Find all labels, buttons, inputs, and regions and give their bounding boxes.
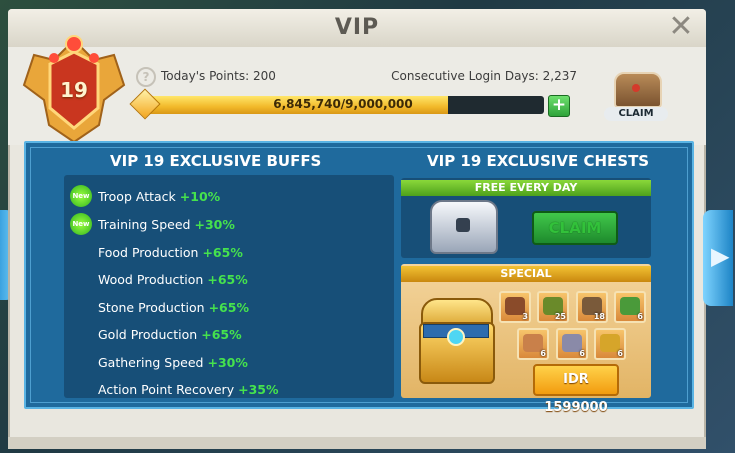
new-badge-icon: New [70, 213, 92, 235]
buff-name: Gold Production [98, 327, 198, 342]
item-quantity: 6 [540, 349, 546, 358]
silver-chest-icon [430, 200, 498, 254]
resource-pack-icon[interactable]: 6 [614, 291, 646, 323]
buff-value: +65% [207, 272, 248, 287]
buff-row: Action Point Recovery +35% [98, 382, 279, 397]
buff-value: +65% [208, 300, 249, 315]
buff-name: Gathering Speed [98, 355, 204, 370]
vip-level: 19 [60, 78, 88, 102]
buff-value: +30% [194, 217, 235, 232]
buff-row: Gold Production +65% [98, 327, 242, 342]
buff-row: Gathering Speed +30% [98, 355, 248, 370]
item-quantity: 6 [637, 312, 643, 321]
free-every-day-ribbon: FREE EVERY DAY [401, 180, 651, 196]
buff-row: Training Speed +30% [98, 217, 235, 232]
item-quantity: 6 [617, 349, 623, 358]
buff-name: Troop Attack [98, 189, 176, 204]
gold-chest-icon [415, 290, 495, 385]
buff-row: Wood Production +65% [98, 272, 248, 287]
item-quantity: 25 [554, 312, 566, 321]
chest-item-icon[interactable]: 3 [499, 291, 531, 323]
add-points-button[interactable]: + [548, 95, 570, 117]
treasure-chest-icon [614, 72, 662, 108]
buff-value: +65% [202, 245, 243, 260]
buff-name: Food Production [98, 245, 199, 260]
buffs-title: VIP 19 EXCLUSIVE BUFFS [110, 152, 322, 170]
special-ribbon: SPECIAL [401, 266, 651, 282]
panel-footer [8, 437, 706, 449]
buff-name: Action Point Recovery [98, 382, 235, 397]
buff-name: Stone Production [98, 300, 205, 315]
progress-text: 6,845,740/9,000,000 [273, 97, 413, 111]
daily-claim-label[interactable]: CLAIM [604, 107, 668, 121]
vip-progress-bar: 6,845,740/9,000,000 [142, 96, 544, 114]
pickaxe-item-icon[interactable]: 18 [576, 291, 608, 323]
close-icon[interactable]: ✕ [668, 12, 694, 42]
gold-pack-icon[interactable]: 6 [594, 328, 626, 360]
daily-claim-chest[interactable]: CLAIM [600, 72, 672, 122]
claim-free-chest-button[interactable]: CLAIM [532, 211, 618, 245]
buff-row: Troop Attack +10% [98, 189, 220, 204]
item-quantity: 3 [522, 312, 528, 321]
speedup-item-icon[interactable]: 25 [537, 291, 569, 323]
stone-pack-icon[interactable]: 6 [556, 328, 588, 360]
next-page-arrow[interactable] [703, 210, 733, 306]
buff-name: Training Speed [98, 217, 191, 232]
buff-row: Stone Production +65% [98, 300, 249, 315]
chests-title: VIP 19 EXCLUSIVE CHESTS [427, 152, 650, 170]
todays-points: Today's Points: 200 [161, 69, 276, 83]
buff-value: +10% [179, 189, 221, 204]
food-pack-icon[interactable]: 6 [517, 328, 549, 360]
buff-value: +35% [238, 382, 279, 397]
buy-special-chest-button[interactable]: IDR 1599000 [533, 364, 619, 415]
buff-row: Food Production +65% [98, 245, 243, 260]
help-icon[interactable]: ? [136, 67, 156, 87]
buff-name: Wood Production [98, 272, 204, 287]
consecutive-login-days: Consecutive Login Days: 2,237 [391, 69, 577, 83]
buff-value: +30% [207, 355, 248, 370]
buffs-list[interactable]: New Troop Attack +10% New Training Speed +30%… [64, 175, 394, 398]
item-quantity: 6 [579, 349, 585, 358]
new-badge-icon: New [70, 185, 92, 207]
buff-value: +65% [201, 327, 242, 342]
vip-emblem: 19 [14, 30, 134, 150]
item-quantity: 18 [593, 312, 605, 321]
